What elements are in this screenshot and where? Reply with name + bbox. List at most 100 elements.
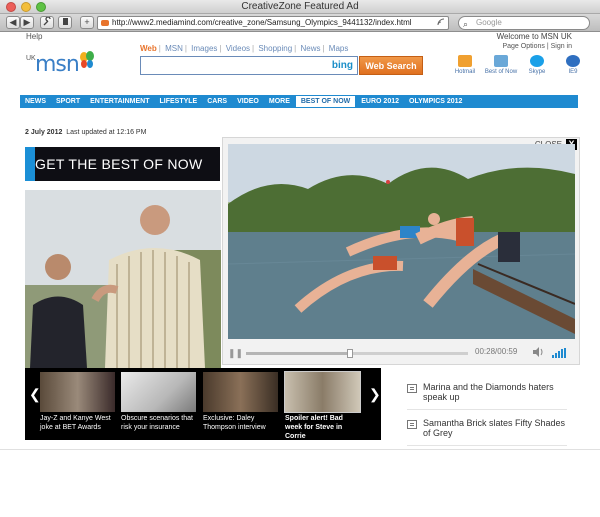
nav-video[interactable]: VIDEO — [232, 95, 264, 108]
carousel-caption: Obscure scenarios that risk your insuran… — [121, 415, 193, 431]
nav-cars[interactable]: CARS — [202, 95, 232, 108]
nav-more[interactable]: MORE — [264, 95, 295, 108]
forward-button[interactable]: ▶ — [20, 16, 34, 29]
video-frame[interactable] — [228, 144, 575, 339]
nav-entertainment[interactable]: ENTERTAINMENT — [85, 95, 154, 108]
feature-photo-image — [25, 190, 221, 368]
related-links: Marina and the Diamonds haters speak up … — [407, 382, 567, 454]
search-icon: ⌕ — [463, 19, 469, 29]
video-controls: ❚❚ 00:28/00:59 — [228, 345, 575, 361]
date-text: 2 July 2012 — [25, 129, 63, 136]
favicon-icon — [101, 20, 109, 26]
related-link-text: Marina and the Diamonds haters speak up — [423, 382, 554, 402]
help-link[interactable]: Help — [26, 32, 42, 41]
search-tab-web[interactable]: Web — [140, 44, 157, 53]
minimize-window-button[interactable] — [21, 2, 31, 12]
nav-olympics-2012[interactable]: OLYMPICS 2012 — [404, 95, 467, 108]
video-progress-knob[interactable] — [347, 349, 354, 358]
video-still-image — [228, 144, 575, 339]
search-tab-maps[interactable]: Maps — [329, 44, 349, 53]
carousel-thumb — [40, 372, 115, 412]
carousel-item[interactable]: Jay-Z and Kanye West joke at BET Awards — [40, 372, 115, 432]
volume-level[interactable] — [552, 348, 566, 358]
welcome-area: Welcome to MSN UK Page Options | Sign in — [497, 32, 572, 50]
nav-news[interactable]: NEWS — [20, 95, 51, 108]
feature-photo[interactable] — [25, 190, 221, 368]
carousel-thumb — [284, 371, 361, 413]
url-text: http://www2.mediamind.com/creative_zone/… — [112, 18, 412, 27]
welcome-text: Welcome to MSN UK — [496, 32, 572, 41]
hotmail-icon — [458, 55, 472, 67]
nav-lifestyle[interactable]: LIFESTYLE — [155, 95, 203, 108]
quicklink-best-of-now[interactable]: Best of Now — [483, 55, 519, 75]
carousel-thumb — [121, 372, 196, 412]
carousel-next-button[interactable]: ❯ — [369, 386, 381, 403]
carousel-caption: Jay-Z and Kanye West joke at BET Awards — [40, 415, 111, 431]
web-search-button[interactable]: Web Search — [359, 56, 423, 75]
nav-sport[interactable]: SPORT — [51, 95, 85, 108]
carousel-thumb — [203, 372, 278, 412]
page-divider — [0, 449, 600, 450]
search-placeholder: Google — [476, 18, 502, 27]
butterfly-icon — [80, 51, 94, 68]
wrench-icon[interactable] — [40, 16, 54, 29]
video-overlay: CLOSE X ❚❚ 00:28 — [222, 137, 580, 365]
last-updated-text: Last updated at 12:16 PM — [66, 129, 147, 136]
quicklinks: Hotmail Best of Now Skype IE9 — [447, 55, 591, 75]
video-progress-fill — [246, 352, 351, 355]
article-icon — [407, 384, 417, 393]
carousel-prev-button[interactable]: ❮ — [29, 386, 41, 403]
carousel-item[interactable]: Exclusive: Daley Thompson interview — [203, 372, 278, 432]
search-tab-msn[interactable]: MSN — [165, 44, 183, 53]
pause-button[interactable]: ❚❚ — [228, 348, 243, 359]
related-link-text: Samantha Brick slates Fifty Shades of Gr… — [423, 418, 566, 438]
quicklink-skype[interactable]: Skype — [519, 55, 555, 75]
window-titlebar: CreativeZone Featured Ad — [0, 0, 600, 14]
skype-icon — [530, 55, 544, 67]
page-options-link[interactable]: Page Options | Sign in — [497, 43, 572, 50]
quicklink-label: Hotmail — [454, 69, 476, 75]
new-tab-button[interactable]: + — [80, 16, 94, 29]
web-search-input[interactable]: bing — [140, 56, 358, 75]
main-nav: NEWS SPORT ENTERTAINMENT LIFESTYLE CARS … — [20, 95, 578, 108]
carousel: ❮ Jay-Z and Kanye West joke at BET Award… — [25, 368, 381, 440]
search-tabs: Web | MSN | Images | Videos | Shopping | News… — [140, 44, 349, 53]
volume-icon[interactable] — [532, 347, 544, 359]
quicklink-hotmail[interactable]: Hotmail — [447, 55, 483, 75]
carousel-item[interactable]: Spoiler alert! Bad week for Steve in Cor… — [284, 371, 361, 441]
close-window-button[interactable] — [6, 2, 16, 12]
search-tab-images[interactable]: Images — [191, 44, 217, 53]
msn-logo[interactable]: msn — [35, 52, 80, 77]
bing-logo: bing — [331, 60, 353, 71]
search-tab-videos[interactable]: Videos — [226, 44, 250, 53]
search-tab-news[interactable]: News — [300, 44, 320, 53]
related-link[interactable]: Samantha Brick slates Fifty Shades of Gr… — [407, 418, 567, 446]
quicklink-label: IE9 — [568, 69, 578, 75]
video-time: 00:28/00:59 — [475, 347, 518, 356]
window-title: CreativeZone Featured Ad — [241, 1, 359, 12]
article-icon — [407, 420, 417, 429]
quicklink-ie9[interactable]: IE9 — [555, 55, 591, 75]
carousel-caption: Exclusive: Daley Thompson interview — [203, 415, 266, 431]
best-of-now-banner[interactable]: GET THE BEST OF NOW — [25, 147, 220, 181]
quicklink-label: Skype — [528, 69, 546, 75]
back-button[interactable]: ◀ — [6, 16, 20, 29]
video-progress-track[interactable] — [246, 349, 468, 358]
carousel-caption: Spoiler alert! Bad week for Steve in Cor… — [285, 415, 343, 440]
related-link[interactable]: Marina and the Diamonds haters speak up — [407, 382, 567, 410]
rss-button[interactable] — [437, 18, 445, 28]
date-line: 2 July 2012 Last updated at 12:16 PM — [25, 129, 146, 136]
nav-euro-2012[interactable]: EURO 2012 — [356, 95, 404, 108]
nav-best-of-now[interactable]: BEST OF NOW — [294, 95, 357, 108]
bookmarks-icon[interactable] — [58, 16, 72, 29]
ie9-icon — [566, 55, 580, 67]
browser-search-input[interactable]: ⌕ Google — [458, 16, 590, 30]
best-of-now-icon — [494, 55, 508, 67]
banner-text: GET THE BEST OF NOW — [35, 156, 203, 172]
search-tab-shopping[interactable]: Shopping — [258, 44, 292, 53]
quicklink-label: Best of Now — [484, 69, 518, 75]
address-bar[interactable]: http://www2.mediamind.com/creative_zone/… — [97, 16, 449, 30]
carousel-item[interactable]: Obscure scenarios that risk your insuran… — [121, 372, 196, 432]
browser-toolbar: ◀ ▶ + http://www2.mediamind.com/creative… — [0, 14, 600, 32]
zoom-window-button[interactable] — [36, 2, 46, 12]
